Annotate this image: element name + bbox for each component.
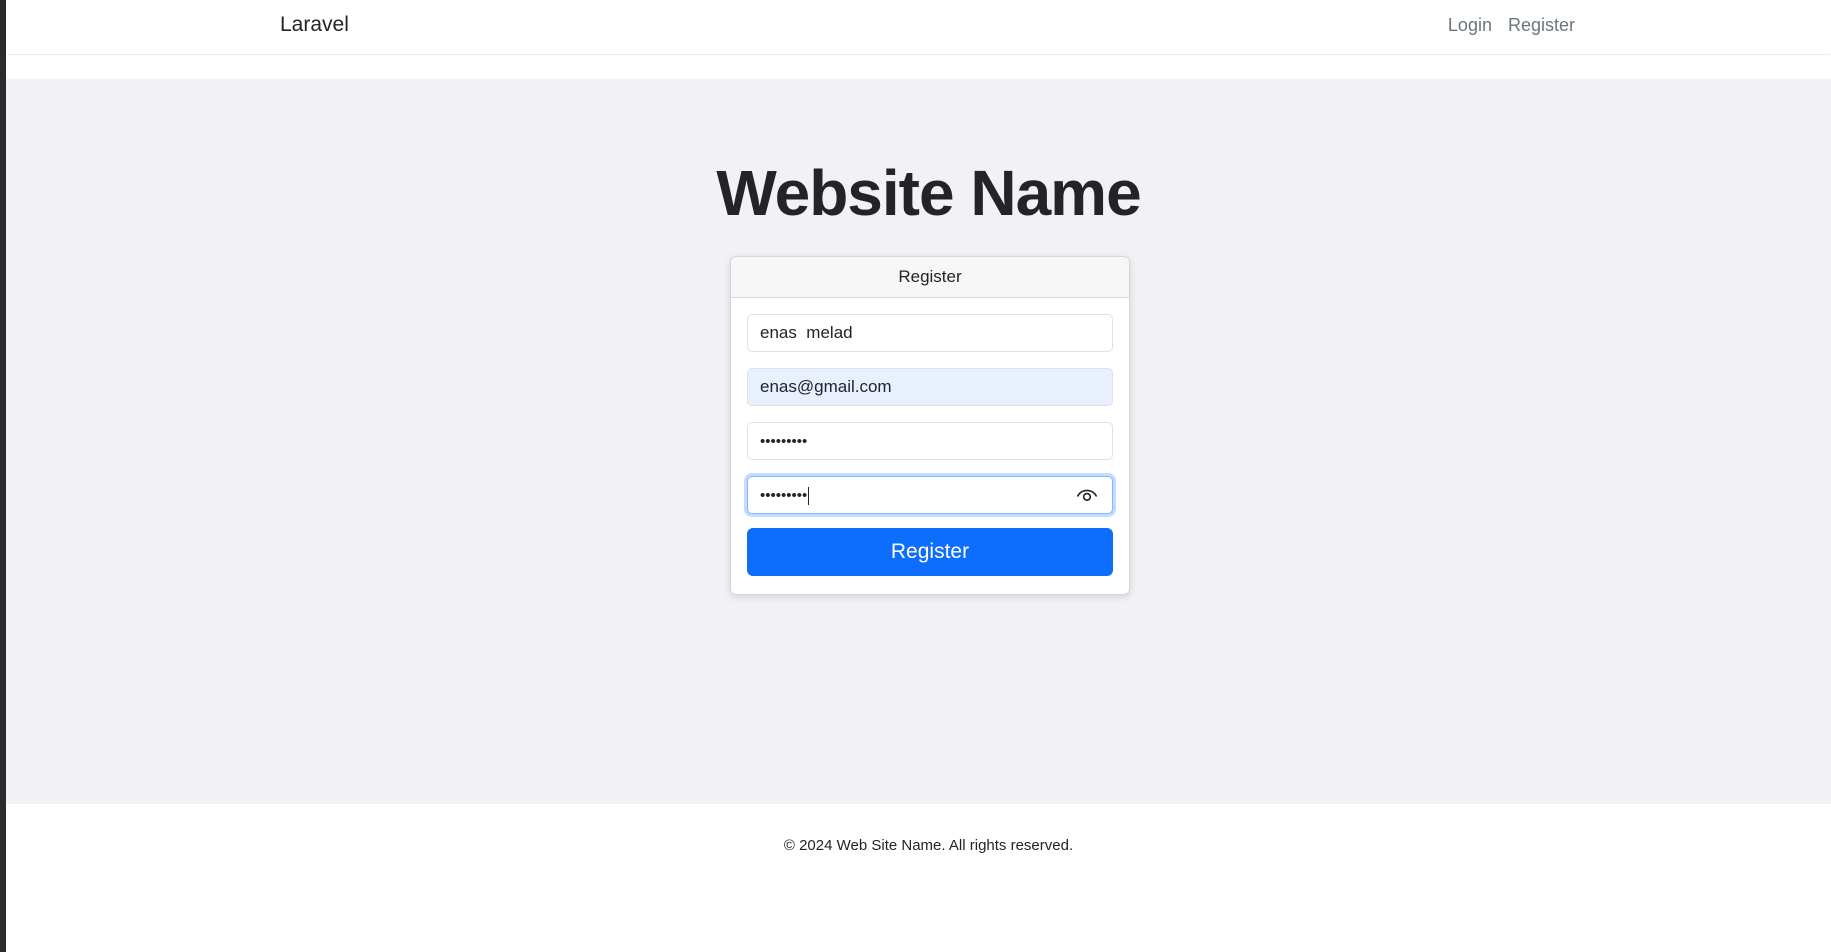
register-form: enas melad enas@gmail.com ••••••••• ••••… [731, 298, 1129, 592]
nav-register-link[interactable]: Register [1508, 15, 1575, 36]
page-footer: © 2024 Web Site Name. All rights reserve… [6, 804, 1831, 952]
card-header: Register [731, 257, 1129, 298]
register-button[interactable]: Register [747, 528, 1113, 576]
brand-link[interactable]: Laravel [280, 13, 349, 37]
name-input[interactable]: enas melad [747, 314, 1113, 352]
eye-icon[interactable] [1076, 486, 1098, 504]
register-card: Register enas melad enas@gmail.com •••••… [730, 256, 1130, 595]
name-input-value: enas melad [760, 323, 853, 342]
text-caret [808, 486, 810, 505]
main-content: Website Name Register enas melad enas@gm… [6, 79, 1831, 804]
email-input-value: enas@gmail.com [760, 377, 892, 396]
confirm-password-input[interactable]: ••••••••• [747, 476, 1113, 514]
email-input[interactable]: enas@gmail.com [747, 368, 1113, 406]
header-spacer [6, 55, 1831, 79]
nav-links: Login Register [1448, 15, 1575, 36]
password-input[interactable]: ••••••••• [747, 422, 1113, 460]
nav-login-link[interactable]: Login [1448, 15, 1492, 36]
top-navbar: Laravel Login Register [6, 0, 1831, 54]
footer-copyright: © 2024 Web Site Name. All rights reserve… [783, 837, 1074, 854]
page-title: Website Name [716, 157, 1141, 229]
password-input-value: ••••••••• [760, 433, 808, 450]
app-window: Laravel Login Register Website Name Regi… [0, 0, 1831, 952]
confirm-password-input-value: ••••••••• [760, 487, 808, 504]
